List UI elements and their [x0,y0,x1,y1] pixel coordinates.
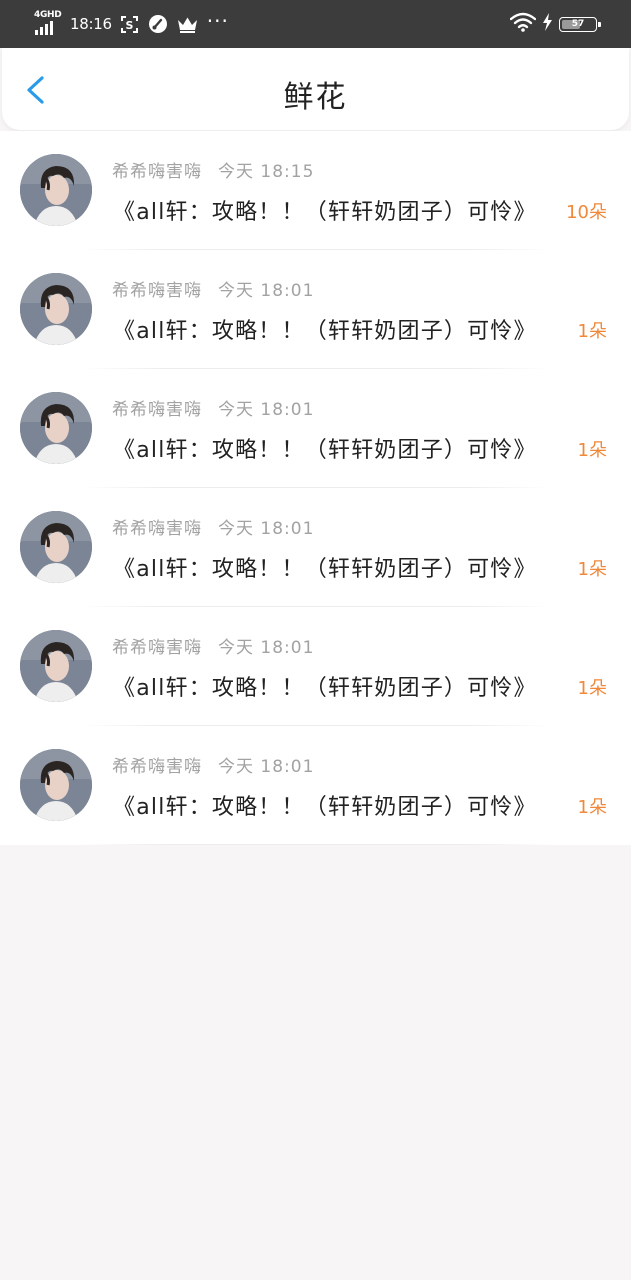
item-meta: 希希嗨害嗨 今天 18:15 [112,157,314,182]
more-indicator: ··· [206,9,229,33]
book-title[interactable]: 《all轩：攻略！！（轩轩奶团子）可怜》 [113,551,537,583]
flower-count: 1朵 [577,440,607,461]
avatar[interactable] [20,273,92,345]
svg-text:S: S [125,19,133,32]
list-item[interactable]: 希希嗨害嗨 今天 18:01 《all轩：攻略！！（轩轩奶团子）可怜》 1朵 [0,250,631,369]
item-meta: 希希嗨害嗨 今天 18:01 [112,633,314,658]
timestamp: 今天 18:01 [218,638,315,658]
username: 希希嗨害嗨 [112,638,202,658]
flower-count: 1朵 [577,678,607,699]
status-time: 18:16 [70,15,112,33]
item-meta: 希希嗨害嗨 今天 18:01 [112,276,314,301]
username: 希希嗨害嗨 [112,281,202,301]
flower-list: 希希嗨害嗨 今天 18:15 《all轩：攻略！！（轩轩奶团子）可怜》 10朵 希… [0,131,631,845]
flower-count: 10朵 [566,202,607,223]
status-right: 57 [509,0,601,48]
battery-icon: 57 [559,16,601,32]
item-meta: 希希嗨害嗨 今天 18:01 [112,514,314,539]
charging-icon [542,13,553,35]
book-title[interactable]: 《all轩：攻略！！（轩轩奶团子）可怜》 [113,313,537,345]
avatar[interactable] [20,630,92,702]
avatar[interactable] [20,749,92,821]
flower-count: 1朵 [577,321,607,342]
avatar[interactable] [20,392,92,464]
speed-icon [148,14,168,34]
signal-icon: 4GHD [34,9,64,39]
list-item[interactable]: 希希嗨害嗨 今天 18:01 《all轩：攻略！！（轩轩奶团子）可怜》 1朵 [0,488,631,607]
header: 鲜花 [2,48,629,130]
book-title[interactable]: 《all轩：攻略！！（轩轩奶团子）可怜》 [113,432,537,464]
status-bar: 4GHD 18:16 S ··· 57 [0,0,631,48]
username: 希希嗨害嗨 [112,400,202,420]
screenshot-icon: S [120,15,139,34]
battery-text: 57 [571,18,585,29]
username: 希希嗨害嗨 [112,162,202,182]
item-meta: 希希嗨害嗨 今天 18:01 [112,395,314,420]
list-item[interactable]: 希希嗨害嗨 今天 18:15 《all轩：攻略！！（轩轩奶团子）可怜》 10朵 [0,131,631,250]
timestamp: 今天 18:01 [218,400,315,420]
avatar[interactable] [20,154,92,226]
book-title[interactable]: 《all轩：攻略！！（轩轩奶团子）可怜》 [113,670,537,702]
page-title: 鲜花 [283,80,348,115]
username: 希希嗨害嗨 [112,757,202,777]
timestamp: 今天 18:01 [218,757,315,777]
status-left: 4GHD 18:16 S ··· [34,0,229,48]
list-item[interactable]: 希希嗨害嗨 今天 18:01 《all轩：攻略！！（轩轩奶团子）可怜》 1朵 [0,369,631,488]
wifi-icon [509,12,537,36]
item-meta: 希希嗨害嗨 今天 18:01 [112,752,314,777]
timestamp: 今天 18:01 [218,519,315,539]
flower-count: 1朵 [577,797,607,818]
crown-icon [177,16,198,33]
username: 希希嗨害嗨 [112,519,202,539]
network-type: 4GHD [34,10,62,20]
list-item[interactable]: 希希嗨害嗨 今天 18:01 《all轩：攻略！！（轩轩奶团子）可怜》 1朵 [0,726,631,845]
timestamp: 今天 18:01 [218,281,315,301]
timestamp: 今天 18:15 [218,162,315,182]
book-title[interactable]: 《all轩：攻略！！（轩轩奶团子）可怜》 [113,789,537,821]
divider [80,844,551,845]
avatar[interactable] [20,511,92,583]
flower-count: 1朵 [577,559,607,580]
book-title[interactable]: 《all轩：攻略！！（轩轩奶团子）可怜》 [113,194,537,226]
list-item[interactable]: 希希嗨害嗨 今天 18:01 《all轩：攻略！！（轩轩奶团子）可怜》 1朵 [0,607,631,726]
